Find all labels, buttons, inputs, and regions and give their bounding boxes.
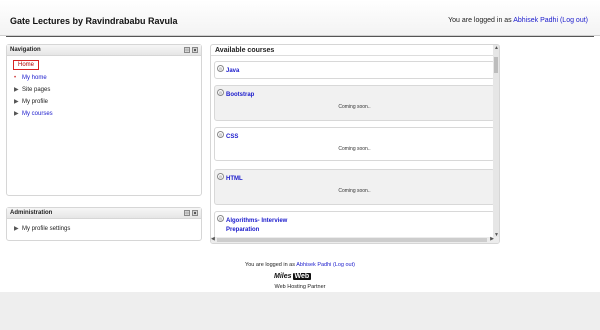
scroll-left-icon[interactable]: ◀ — [211, 237, 215, 242]
available-courses-title: Available courses — [215, 47, 275, 54]
expand-arrow-icon[interactable]: ▶ — [14, 96, 19, 108]
navigation-block-header: Navigation ▤ ▣ — [7, 45, 201, 56]
dock-icon[interactable]: ▤ — [184, 47, 190, 53]
admin-item-profile-settings[interactable]: ▶ My profile settings — [10, 223, 198, 235]
course-icon: ◎ — [217, 89, 224, 96]
course-summary: Coming soon.. — [338, 188, 371, 194]
user-link[interactable]: Abhisek Padhi — [513, 17, 558, 24]
nav-item-label: Site pages — [22, 87, 51, 93]
horizontal-scrollbar[interactable]: ◀ ▶ — [211, 237, 499, 243]
navigation-list: Home • My home ▶ Site pages ▶ My profile… — [7, 56, 201, 124]
course-item-bootstrap[interactable]: ◎ Bootstrap Coming soon.. — [214, 85, 495, 121]
nav-item-label[interactable]: My courses — [22, 111, 53, 117]
header-divider — [6, 36, 594, 37]
site-title[interactable]: Gate Lectures by Ravindrababu Ravula — [10, 16, 178, 26]
expand-arrow-icon[interactable]: ▶ — [14, 84, 19, 96]
course-link[interactable]: Algorithms- Interview Preparation — [226, 217, 316, 235]
logo-text-web: Web — [292, 273, 312, 280]
course-link[interactable]: CSS — [226, 133, 238, 142]
footer-login-info: You are logged in as Abhisek Padhi (Log … — [0, 262, 600, 268]
collapse-icon[interactable]: ▣ — [192, 210, 198, 216]
course-icon: ◎ — [217, 65, 224, 72]
administration-block-header: Administration ▤ ▣ — [7, 208, 201, 219]
scroll-right-icon[interactable]: ▶ — [490, 237, 494, 242]
course-item-css[interactable]: ◎ CSS Coming soon.. — [214, 127, 495, 161]
bullet-icon: • — [14, 75, 17, 81]
nav-item-label: My profile — [22, 99, 49, 105]
login-info: You are logged in as Abhisek Padhi (Log … — [448, 17, 588, 24]
expand-arrow-icon[interactable]: ▶ — [14, 108, 19, 120]
header: Gate Lectures by Ravindrababu Ravula You… — [0, 0, 600, 36]
expand-arrow-icon[interactable]: ▶ — [14, 223, 19, 235]
course-item-java[interactable]: ◎ Java — [214, 61, 495, 79]
logout-link[interactable]: (Log out) — [560, 17, 588, 24]
administration-list: ▶ My profile settings — [7, 219, 201, 239]
page: Gate Lectures by Ravindrababu Ravula You… — [0, 0, 600, 292]
navigation-title: Navigation — [10, 47, 41, 53]
footer-user-link[interactable]: Abhisek Padhi — [296, 262, 331, 268]
collapse-icon[interactable]: ▣ — [192, 47, 198, 53]
block-controls: ▤ ▣ — [184, 47, 198, 53]
footer-logout-link[interactable]: (Log out) — [333, 262, 355, 268]
course-summary: Coming soon.. — [338, 104, 371, 110]
course-summary: Coming soon.. — [338, 146, 371, 152]
administration-block: Administration ▤ ▣ ▶ My profile settings — [6, 207, 202, 241]
scroll-up-icon[interactable]: ▲ — [494, 46, 499, 51]
course-icon: ◎ — [217, 215, 224, 222]
vertical-scroll-thumb[interactable] — [494, 57, 498, 73]
administration-title: Administration — [10, 210, 53, 216]
dock-icon[interactable]: ▤ — [184, 210, 190, 216]
course-link[interactable]: Bootstrap — [226, 91, 254, 100]
home-link[interactable]: Home — [13, 60, 40, 70]
hosting-partner-text: Web Hosting Partner — [274, 284, 326, 290]
course-item-algorithms[interactable]: ◎ Algorithms- Interview Preparation — [214, 211, 495, 239]
course-link[interactable]: Java — [226, 67, 239, 76]
footer-login-prefix: You are logged in as — [245, 262, 297, 268]
logo-text-miles: Miles — [274, 273, 292, 280]
course-icon: ◎ — [217, 131, 224, 138]
nav-item-my-home[interactable]: • My home — [10, 72, 198, 84]
milesweb-logo[interactable]: Miles Web — [274, 272, 312, 281]
vertical-scrollbar[interactable]: ▲ ▼ — [493, 45, 499, 243]
nav-item-site-pages[interactable]: ▶ Site pages — [10, 84, 198, 96]
nav-item-my-courses[interactable]: ▶ My courses — [10, 108, 198, 120]
available-courses-header: Available courses — [211, 45, 499, 56]
course-link[interactable]: HTML — [226, 175, 243, 184]
horizontal-scroll-thumb[interactable] — [217, 238, 487, 242]
navigation-block: Navigation ▤ ▣ Home • My home ▶ Site pag… — [6, 44, 202, 196]
course-item-html[interactable]: ◎ HTML Coming soon.. — [214, 169, 495, 205]
nav-item-my-profile[interactable]: ▶ My profile — [10, 96, 198, 108]
available-courses-panel[interactable]: Available courses ◎ Java ◎ Bootstrap Com… — [210, 44, 500, 244]
nav-item-label[interactable]: My home — [22, 75, 47, 81]
block-controls: ▤ ▣ — [184, 210, 198, 216]
course-icon: ◎ — [217, 173, 224, 180]
admin-item-label: My profile settings — [22, 226, 71, 232]
home-row: Home — [10, 60, 198, 72]
login-prefix: You are logged in as — [448, 17, 514, 24]
